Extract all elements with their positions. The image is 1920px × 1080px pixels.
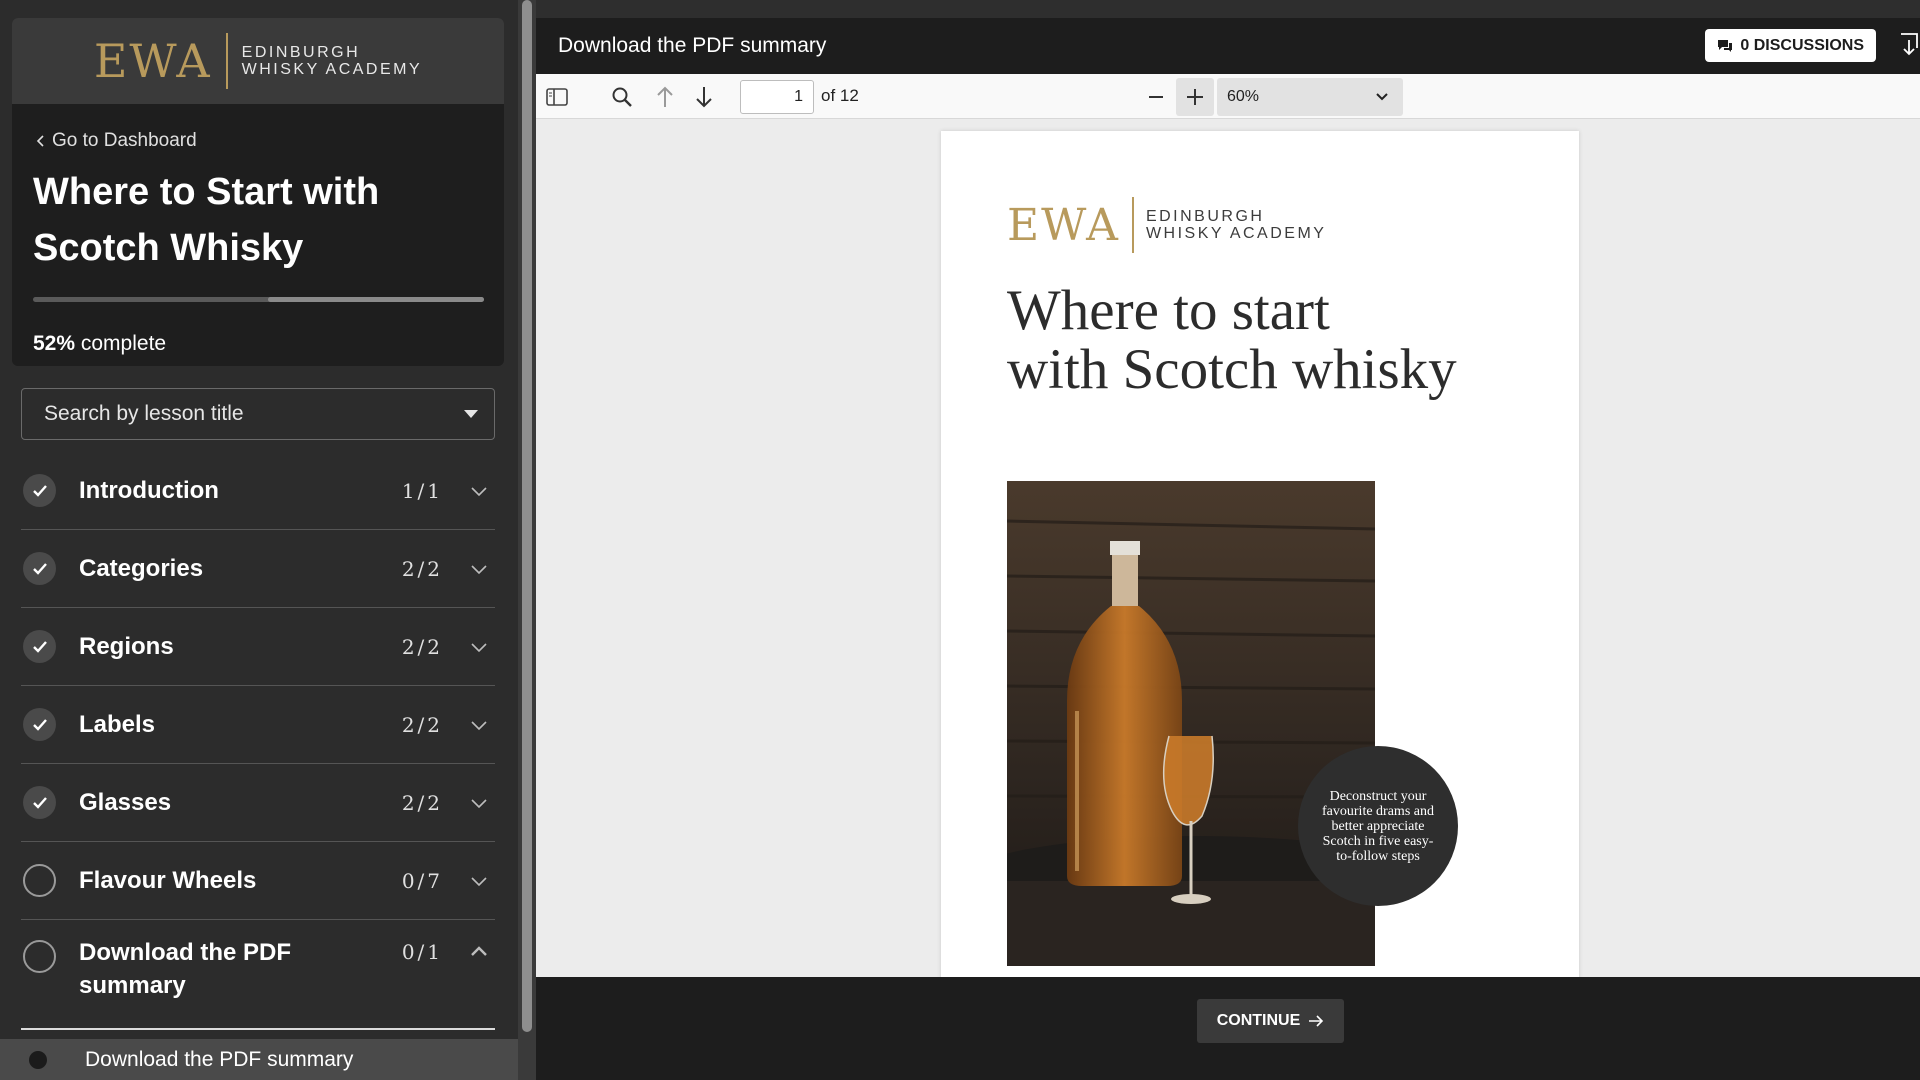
sidebar-toggle-icon[interactable] — [544, 84, 570, 110]
lesson-search-dropdown[interactable]: Search by lesson title — [21, 388, 495, 440]
chevron-down-icon — [1376, 93, 1388, 101]
chevron-up-icon[interactable] — [467, 940, 491, 964]
chevron-down-icon[interactable] — [467, 713, 491, 737]
chevron-down-icon[interactable] — [467, 869, 491, 893]
zoom-in-button[interactable] — [1176, 78, 1214, 116]
chevron-down-icon[interactable] — [467, 557, 491, 581]
pdf-cover-badge: Deconstruct your favourite drams and bet… — [1298, 746, 1458, 906]
lesson-label: Flavour Wheels — [79, 866, 257, 894]
lesson-row[interactable]: Download the PDF summary 0/1 — [21, 920, 495, 1030]
empty-circle-icon — [23, 864, 56, 897]
check-icon — [23, 630, 56, 663]
active-sub-lesson[interactable]: Download the PDF summary — [0, 1039, 518, 1080]
pdf-page: EWA EDINBURGH WHISKY ACADEMY Where to st… — [941, 131, 1579, 977]
go-to-dashboard-link[interactable]: Go to Dashboard — [36, 130, 197, 152]
caret-down-icon — [464, 410, 478, 418]
zoom-level-select[interactable]: 60% — [1217, 78, 1403, 116]
progress-label: complete — [80, 332, 167, 355]
active-sub-lesson-label: Download the PDF summary — [85, 1047, 354, 1071]
check-icon — [23, 708, 56, 741]
pdf-logo-name-line1: EDINBURGH — [1145, 208, 1265, 225]
search-icon[interactable] — [609, 84, 635, 110]
download-tray-icon[interactable] — [1898, 30, 1920, 58]
lesson-row[interactable]: Regions 2/2 — [21, 608, 495, 686]
logo-divider — [225, 33, 228, 89]
chat-icon — [1718, 39, 1733, 52]
whisky-bottle-photo — [1007, 481, 1375, 966]
lesson-count: 0/1 — [401, 940, 443, 964]
pdf-toolbar: 1 of 12 60% — [536, 74, 1920, 119]
pdf-logo-name-line2: WHISKY ACADEMY — [1145, 225, 1327, 242]
pdf-headline-line2: with Scotch whisky — [1007, 338, 1457, 401]
lesson-label: Download the PDF summary — [79, 939, 291, 999]
lesson-row[interactable]: Flavour Wheels 0/7 — [21, 842, 495, 920]
lesson-title: Download the PDF summary — [558, 34, 827, 57]
chevron-down-icon[interactable] — [467, 479, 491, 503]
logo-name-line1: EDINBURGH — [241, 44, 361, 61]
ewa-logo-name: EDINBURGH WHISKY ACADEMY — [242, 44, 423, 78]
course-progress-text: 52% complete — [33, 332, 166, 356]
sidebar-scrollbar-thumb[interactable] — [522, 0, 532, 1032]
pdf-logo-divider — [1131, 197, 1134, 253]
lesson-count: 2/2 — [401, 634, 443, 659]
pdf-viewer[interactable]: 1 of 12 60% EWA EDINBURGH WHISKY ACADEMY — [536, 74, 1920, 977]
discussions-label: 0 DISCUSSIONS — [1740, 36, 1864, 54]
lesson-count: 0/7 — [401, 868, 443, 893]
lesson-label: Glasses — [79, 788, 172, 816]
empty-circle-icon — [23, 940, 56, 973]
lesson-count: 2/2 — [401, 712, 443, 737]
lesson-row[interactable]: Labels 2/2 — [21, 686, 495, 764]
pdf-brand-logo: EWA EDINBURGH WHISKY ACADEMY — [1007, 197, 1326, 253]
progress-percent: 52% — [33, 332, 76, 355]
lesson-header: Download the PDF summary 0 DISCUSSIONS — [536, 18, 1920, 74]
page-count-label: of 12 — [821, 86, 859, 105]
lesson-count: 1/1 — [401, 478, 443, 503]
top-strip — [536, 0, 1920, 18]
lesson-count: 2/2 — [401, 556, 443, 581]
zoom-level-value: 60% — [1227, 88, 1260, 105]
chevron-down-icon[interactable] — [467, 791, 491, 815]
previous-page-icon[interactable] — [652, 84, 678, 110]
lesson-status-dot-icon — [29, 1050, 47, 1069]
lesson-search-placeholder: Search by lesson title — [44, 402, 244, 425]
ewa-logo-mark: EWA — [93, 34, 212, 88]
course-progress-fill — [267, 297, 484, 302]
pdf-headline: Where to start with Scotch whisky — [1007, 281, 1527, 399]
discussions-button[interactable]: 0 DISCUSSIONS — [1705, 29, 1876, 62]
chevron-down-icon[interactable] — [467, 635, 491, 659]
chevron-left-icon — [36, 135, 44, 147]
check-icon — [23, 786, 56, 819]
lesson-row[interactable]: Glasses 2/2 — [21, 764, 495, 842]
lesson-count: 2/2 — [401, 790, 443, 815]
lesson-row[interactable]: Categories 2/2 — [21, 530, 495, 608]
brand-header: EWA EDINBURGH WHISKY ACADEMY — [12, 18, 504, 104]
lesson-row[interactable]: Introduction 1/1 — [21, 452, 495, 530]
lesson-footer: CONTINUE — [536, 977, 1920, 1080]
check-icon — [23, 552, 56, 585]
pdf-logo-name: EDINBURGH WHISKY ACADEMY — [1146, 208, 1327, 242]
lesson-label: Labels — [79, 710, 156, 738]
sidebar-scrollbar[interactable] — [518, 0, 536, 1080]
pdf-logo-mark: EWA — [1007, 199, 1120, 251]
pdf-headline-line1: Where to start — [1007, 279, 1330, 342]
zoom-out-button[interactable] — [1141, 82, 1171, 112]
lesson-main: Download the PDF summary 0 DISCUSSIONS 1… — [536, 0, 1920, 1080]
continue-label: CONTINUE — [1216, 1012, 1301, 1029]
lesson-label: Introduction — [79, 476, 219, 504]
next-page-icon[interactable] — [691, 84, 717, 110]
check-icon — [23, 474, 56, 507]
lesson-label: Regions — [79, 632, 174, 660]
go-to-dashboard-label: Go to Dashboard — [52, 130, 197, 151]
course-title: Where to Start with Scotch Whisky — [33, 171, 380, 269]
course-progress-bar — [33, 297, 484, 302]
logo-name-line2: WHISKY ACADEMY — [241, 61, 423, 78]
lesson-label: Categories — [79, 554, 204, 582]
arrow-right-icon — [1309, 1015, 1324, 1027]
lesson-list: Introduction 1/1 Categories 2/2 Regions 2/2 La… — [21, 452, 495, 1030]
course-card: EWA EDINBURGH WHISKY ACADEMY Go to Dashb… — [12, 18, 504, 366]
course-sidebar: EWA EDINBURGH WHISKY ACADEMY Go to Dashb… — [0, 0, 518, 1080]
page-number-input[interactable]: 1 — [740, 80, 814, 114]
continue-button[interactable]: CONTINUE — [1197, 999, 1344, 1043]
